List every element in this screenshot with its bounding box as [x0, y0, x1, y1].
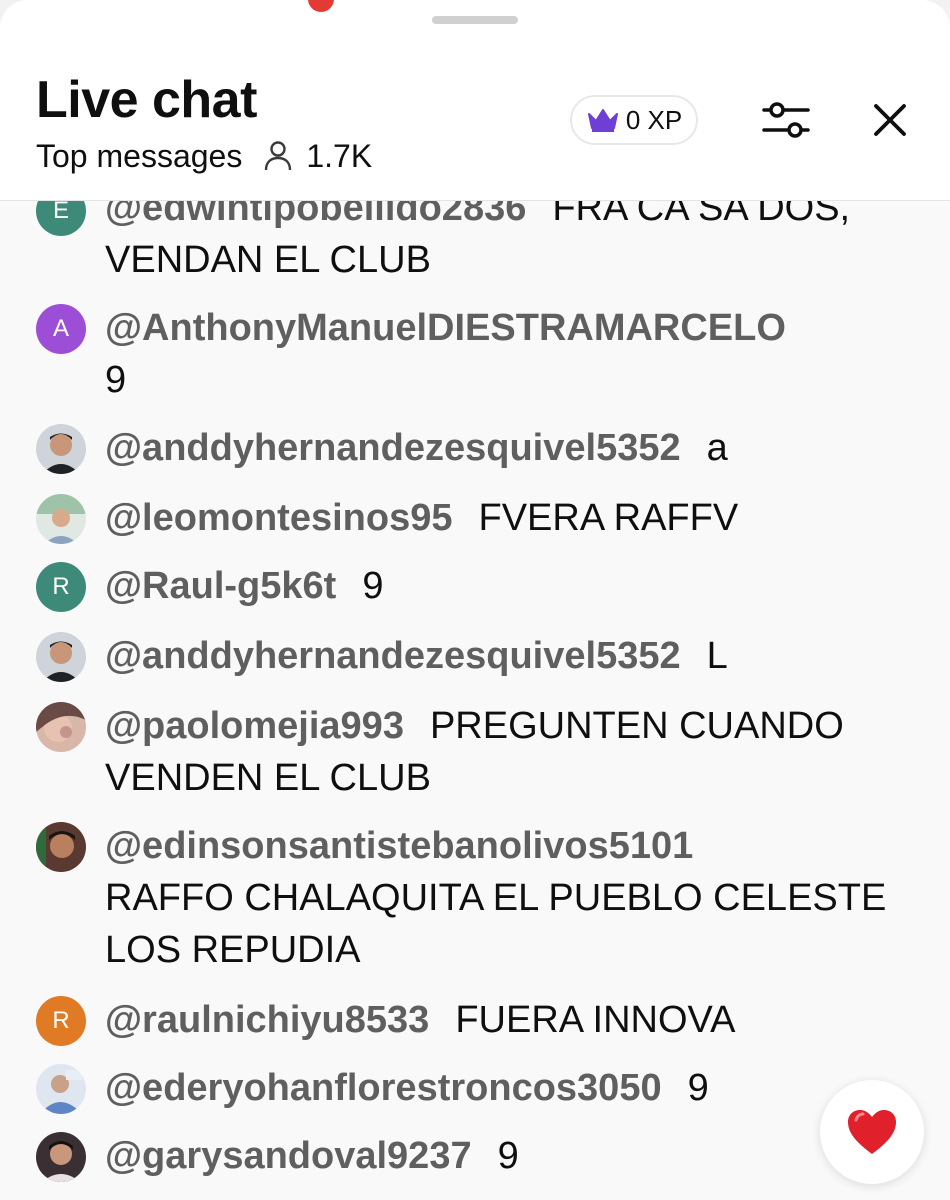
- message-author[interactable]: @edinsonsantistebanolivos5101: [105, 825, 693, 867]
- message-author[interactable]: @Raul-g5k6t: [105, 565, 336, 607]
- message-author[interactable]: @edwintipobellido2836: [105, 200, 526, 229]
- avatar[interactable]: [36, 632, 86, 682]
- avatar-letter: R: [52, 573, 70, 600]
- message-author[interactable]: @ederyohanflorestroncos3050: [105, 1067, 662, 1109]
- avatar-photo: [36, 1132, 86, 1182]
- heart-reaction-button[interactable]: [820, 1080, 924, 1184]
- message-body: 9: [497, 1135, 519, 1177]
- avatar[interactable]: [36, 424, 86, 474]
- avatar[interactable]: [36, 1064, 86, 1114]
- avatar[interactable]: R: [36, 996, 86, 1046]
- avatar[interactable]: [36, 822, 86, 872]
- avatar-letter: A: [52, 315, 69, 342]
- message-text-block: @Raul-g5k6t 9: [105, 560, 895, 612]
- avatar-letter: R: [52, 1007, 70, 1034]
- avatar-photo: [36, 702, 86, 752]
- message-body: 9: [105, 359, 127, 401]
- message-text-block: @ederyohanflorestroncos3050 9: [105, 1062, 895, 1114]
- avatar-photo: [36, 632, 86, 682]
- avatar[interactable]: E: [36, 200, 86, 236]
- avatar[interactable]: R: [36, 562, 86, 612]
- avatar-photo: [36, 424, 86, 474]
- avatar[interactable]: [36, 702, 86, 752]
- chat-message-list[interactable]: E @edwintipobellido2836 FRA CA SA DOS, VE…: [0, 200, 950, 1200]
- message-author[interactable]: @leomontesinos95: [105, 497, 452, 539]
- message-text-block: @anddyhernandezesquivel5352 a: [105, 422, 895, 474]
- xp-badge[interactable]: 0 XP: [570, 95, 698, 145]
- avatar[interactable]: A: [36, 304, 86, 354]
- heart-icon: [848, 1110, 896, 1154]
- person-icon: [265, 141, 292, 171]
- chat-mode-label: Top messages: [36, 138, 243, 174]
- crown-icon: [587, 109, 618, 132]
- message-author[interactable]: @raulnichiyu8533: [105, 999, 429, 1041]
- chat-mode-selector[interactable]: Top messages 1.7K: [36, 136, 372, 176]
- message-author[interactable]: @paolomejia993: [105, 705, 404, 747]
- message-author[interactable]: @anddyhernandezesquivel5352: [105, 427, 681, 469]
- message-text-block: @AnthonyManuelDIESTRAMARCELO 9: [105, 302, 895, 406]
- viewer-count: 1.7K: [306, 138, 373, 174]
- message-body: FVERA RAFFV: [478, 497, 739, 539]
- message-author[interactable]: @anddyhernandezesquivel5352: [105, 635, 681, 677]
- chat-header: Live chat Top messages 1.7K 0 XP: [0, 0, 950, 201]
- message-body: 9: [687, 1067, 709, 1109]
- message-body: RAFFO CHALAQUITA EL PUEBLO CELESTE LOS R…: [105, 877, 887, 971]
- message-body: FUERA INNOVA: [455, 999, 736, 1041]
- drag-handle[interactable]: [432, 16, 518, 24]
- sliders-icon[interactable]: [760, 98, 812, 142]
- avatar-photo: [36, 1064, 86, 1114]
- page-title: Live chat: [36, 71, 257, 129]
- avatar[interactable]: [36, 494, 86, 544]
- avatar-photo: [36, 822, 86, 872]
- avatar[interactable]: [36, 1132, 86, 1182]
- live-chat-sheet: Live chat Top messages 1.7K 0 XP E @edwi…: [0, 0, 950, 1200]
- message-body: 9: [362, 565, 384, 607]
- message-body: L: [706, 635, 728, 677]
- message-author[interactable]: @AnthonyManuelDIESTRAMARCELO: [105, 307, 786, 349]
- xp-label: 0 XP: [625, 104, 683, 135]
- message-body: a: [706, 427, 728, 469]
- message-text-block: @edinsonsantistebanolivos5101 RAFFO CHALA…: [105, 820, 895, 976]
- avatar-photo: [36, 494, 86, 544]
- message-text-block: @paolomejia993 PREGUNTEN CUANDO VENDEN EL…: [105, 700, 895, 804]
- message-text-block: @raulnichiyu8533 FUERA INNOVA: [105, 994, 895, 1046]
- close-icon[interactable]: [870, 100, 910, 140]
- message-text-block: @anddyhernandezesquivel5352 L: [105, 630, 895, 682]
- message-author[interactable]: @garysandoval9237: [105, 1135, 472, 1177]
- message-text-block: @edwintipobellido2836 FRA CA SA DOS, VEND…: [105, 200, 895, 286]
- avatar-letter: E: [52, 200, 69, 224]
- message-text-block: @garysandoval9237 9: [105, 1130, 895, 1182]
- message-text-block: @leomontesinos95 FVERA RAFFV: [105, 492, 895, 544]
